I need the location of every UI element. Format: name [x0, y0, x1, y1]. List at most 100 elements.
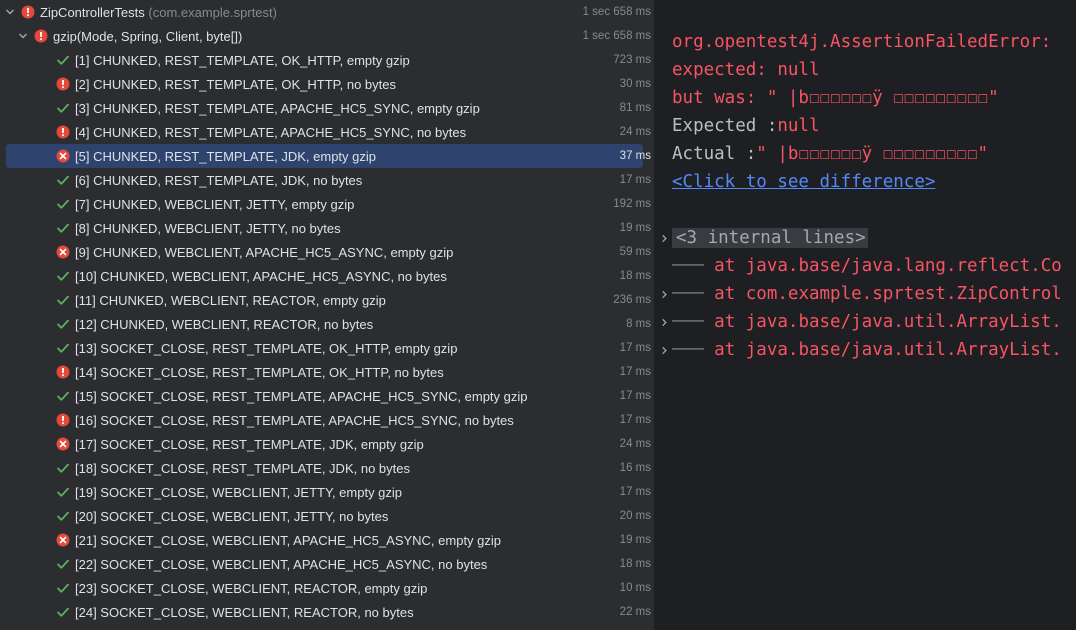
- internal-lines-fold[interactable]: <3 internal lines>: [672, 224, 868, 252]
- tree-root-row[interactable]: ZipControllerTests (com.example.sprtest)…: [0, 0, 654, 24]
- test-time: 20 ms: [619, 510, 651, 522]
- fail-icon: [21, 5, 35, 19]
- stack-frame-line[interactable]: ─── at java.base/java.lang.reflect.Co: [672, 252, 1062, 280]
- fail-icon: [56, 365, 70, 379]
- stack-frame-text[interactable]: at java.base/java.lang.reflect.Co: [714, 256, 1062, 276]
- test-row[interactable]: [15] SOCKET_CLOSE, REST_TEMPLATE, APACHE…: [0, 384, 654, 408]
- test-row[interactable]: [1] CHUNKED, REST_TEMPLATE, OK_HTTP, emp…: [0, 48, 654, 72]
- test-row[interactable]: [5] CHUNKED, REST_TEMPLATE, JDK, empty g…: [6, 144, 651, 168]
- test-time: 192 ms: [613, 198, 651, 210]
- test-label: [12] CHUNKED, WEBCLIENT, REACTOR, no byt…: [75, 316, 374, 332]
- test-results-tree: ZipControllerTests (com.example.sprtest)…: [0, 0, 654, 630]
- test-time: 37 ms: [619, 150, 651, 162]
- check-icon: [56, 221, 70, 235]
- test-time: 59 ms: [619, 246, 651, 258]
- fail-icon: [56, 413, 70, 427]
- check-icon: [56, 173, 70, 187]
- test-row[interactable]: [11] CHUNKED, WEBCLIENT, REACTOR, empty …: [0, 288, 654, 312]
- test-row[interactable]: [24] SOCKET_CLOSE, WEBCLIENT, REACTOR, n…: [0, 600, 654, 624]
- check-icon: [56, 509, 70, 523]
- test-row[interactable]: [4] CHUNKED, REST_TEMPLATE, APACHE_HC5_S…: [0, 120, 654, 144]
- test-row[interactable]: [10] CHUNKED, WEBCLIENT, APACHE_HC5_ASYN…: [0, 264, 654, 288]
- test-row[interactable]: [16] SOCKET_CLOSE, REST_TEMPLATE, APACHE…: [0, 408, 654, 432]
- check-icon: [56, 557, 70, 571]
- fail-icon: [34, 29, 48, 43]
- root-time: 1 sec 658 ms: [582, 6, 651, 18]
- check-icon: [56, 293, 70, 307]
- tree-group-row[interactable]: gzip(Mode, Spring, Client, byte[]) 1 sec…: [0, 24, 654, 48]
- test-label: [3] CHUNKED, REST_TEMPLATE, APACHE_HC5_S…: [75, 100, 480, 116]
- test-time: 81 ms: [619, 102, 651, 114]
- test-time: 8 ms: [626, 318, 651, 330]
- test-row[interactable]: [7] CHUNKED, WEBCLIENT, JETTY, empty gzi…: [0, 192, 654, 216]
- test-time: 30 ms: [619, 78, 651, 90]
- frame-connector: ───: [672, 340, 715, 360]
- actual-summary-line: Actual :" |b☐☐☐☐☐☐ÿ ☐☐☐☐☐☐☐☐☐": [672, 144, 989, 164]
- test-label: [15] SOCKET_CLOSE, REST_TEMPLATE, APACHE…: [75, 388, 528, 404]
- test-label: [14] SOCKET_CLOSE, REST_TEMPLATE, OK_HTT…: [75, 364, 444, 380]
- test-row[interactable]: [6] CHUNKED, REST_TEMPLATE, JDK, no byte…: [0, 168, 654, 192]
- test-row[interactable]: [19] SOCKET_CLOSE, WEBCLIENT, JETTY, emp…: [0, 480, 654, 504]
- test-label: [6] CHUNKED, REST_TEMPLATE, JDK, no byte…: [75, 172, 363, 188]
- chevron-right-icon[interactable]: [658, 336, 670, 364]
- chevron-down-icon[interactable]: [18, 31, 28, 41]
- test-row[interactable]: [20] SOCKET_CLOSE, WEBCLIENT, JETTY, no …: [0, 504, 654, 528]
- frame-connector: ───: [672, 256, 715, 276]
- test-row[interactable]: [12] CHUNKED, WEBCLIENT, REACTOR, no byt…: [0, 312, 654, 336]
- check-icon: [56, 101, 70, 115]
- click-to-see-difference-link[interactable]: <Click to see difference>: [672, 168, 935, 196]
- chevron-right-icon[interactable]: [658, 224, 670, 252]
- test-row[interactable]: [18] SOCKET_CLOSE, REST_TEMPLATE, JDK, n…: [0, 456, 654, 480]
- test-label: [21] SOCKET_CLOSE, WEBCLIENT, APACHE_HC5…: [75, 532, 502, 548]
- test-row[interactable]: [14] SOCKET_CLOSE, REST_TEMPLATE, OK_HTT…: [0, 360, 654, 384]
- test-label: [2] CHUNKED, REST_TEMPLATE, OK_HTTP, no …: [75, 76, 397, 92]
- check-icon: [56, 389, 70, 403]
- stack-frame-text[interactable]: at java.base/java.util.ArrayList.: [714, 312, 1062, 332]
- test-row[interactable]: [2] CHUNKED, REST_TEMPLATE, OK_HTTP, no …: [0, 72, 654, 96]
- test-label: [22] SOCKET_CLOSE, WEBCLIENT, APACHE_HC5…: [75, 556, 488, 572]
- test-time: 18 ms: [619, 270, 651, 282]
- stack-frame-text[interactable]: at java.base/java.util.ArrayList.: [714, 340, 1062, 360]
- test-label: [4] CHUNKED, REST_TEMPLATE, APACHE_HC5_S…: [75, 124, 467, 140]
- check-icon: [56, 53, 70, 67]
- test-time: 17 ms: [619, 414, 651, 426]
- test-time: 18 ms: [619, 558, 651, 570]
- test-label: [13] SOCKET_CLOSE, REST_TEMPLATE, OK_HTT…: [75, 340, 458, 356]
- test-row[interactable]: [8] CHUNKED, WEBCLIENT, JETTY, no bytes 1…: [0, 216, 654, 240]
- stack-frame-text[interactable]: at com.example.sprtest.ZipControl: [714, 284, 1062, 304]
- test-time: 16 ms: [619, 462, 651, 474]
- test-row[interactable]: [17] SOCKET_CLOSE, REST_TEMPLATE, JDK, e…: [0, 432, 654, 456]
- test-time: 24 ms: [619, 126, 651, 138]
- chevron-down-icon[interactable]: [5, 7, 15, 17]
- frame-connector: ───: [672, 284, 715, 304]
- check-icon: [56, 485, 70, 499]
- test-row[interactable]: [22] SOCKET_CLOSE, WEBCLIENT, APACHE_HC5…: [0, 552, 654, 576]
- test-time: 723 ms: [613, 54, 651, 66]
- chevron-right-icon[interactable]: [658, 308, 670, 336]
- chevron-right-icon[interactable]: [658, 280, 670, 308]
- test-label: [24] SOCKET_CLOSE, WEBCLIENT, REACTOR, n…: [75, 604, 414, 620]
- test-time: 236 ms: [613, 294, 651, 306]
- test-label: [17] SOCKET_CLOSE, REST_TEMPLATE, JDK, e…: [75, 436, 424, 452]
- test-label: [18] SOCKET_CLOSE, REST_TEMPLATE, JDK, n…: [75, 460, 410, 476]
- expected-summary-line: Expected :null: [672, 116, 820, 136]
- test-row[interactable]: [13] SOCKET_CLOSE, REST_TEMPLATE, OK_HTT…: [0, 336, 654, 360]
- test-label: [9] CHUNKED, WEBCLIENT, APACHE_HC5_ASYNC…: [75, 244, 454, 260]
- test-row[interactable]: [9] CHUNKED, WEBCLIENT, APACHE_HC5_ASYNC…: [0, 240, 654, 264]
- test-row[interactable]: [21] SOCKET_CLOSE, WEBCLIENT, APACHE_HC5…: [0, 528, 654, 552]
- console-output[interactable]: org.opentest4j.AssertionFailedError: exp…: [656, 0, 1076, 630]
- test-row[interactable]: [3] CHUNKED, REST_TEMPLATE, APACHE_HC5_S…: [0, 96, 654, 120]
- test-label: [19] SOCKET_CLOSE, WEBCLIENT, JETTY, emp…: [75, 484, 403, 500]
- error-icon: [56, 533, 70, 547]
- test-time: 10 ms: [619, 582, 651, 594]
- expected-message-line: expected: null: [672, 60, 820, 80]
- stack-frame-line[interactable]: ─── at java.base/java.util.ArrayList.: [672, 308, 1062, 336]
- test-label: [8] CHUNKED, WEBCLIENT, JETTY, no bytes: [75, 220, 341, 236]
- test-label: [10] CHUNKED, WEBCLIENT, APACHE_HC5_ASYN…: [75, 268, 447, 284]
- test-time: 24 ms: [619, 438, 651, 450]
- check-icon: [56, 341, 70, 355]
- frame-connector: ───: [672, 312, 715, 332]
- stack-frame-line[interactable]: ─── at com.example.sprtest.ZipControl: [672, 280, 1062, 308]
- test-row[interactable]: [23] SOCKET_CLOSE, WEBCLIENT, REACTOR, e…: [0, 576, 654, 600]
- stack-frame-line[interactable]: ─── at java.base/java.util.ArrayList.: [672, 336, 1062, 364]
